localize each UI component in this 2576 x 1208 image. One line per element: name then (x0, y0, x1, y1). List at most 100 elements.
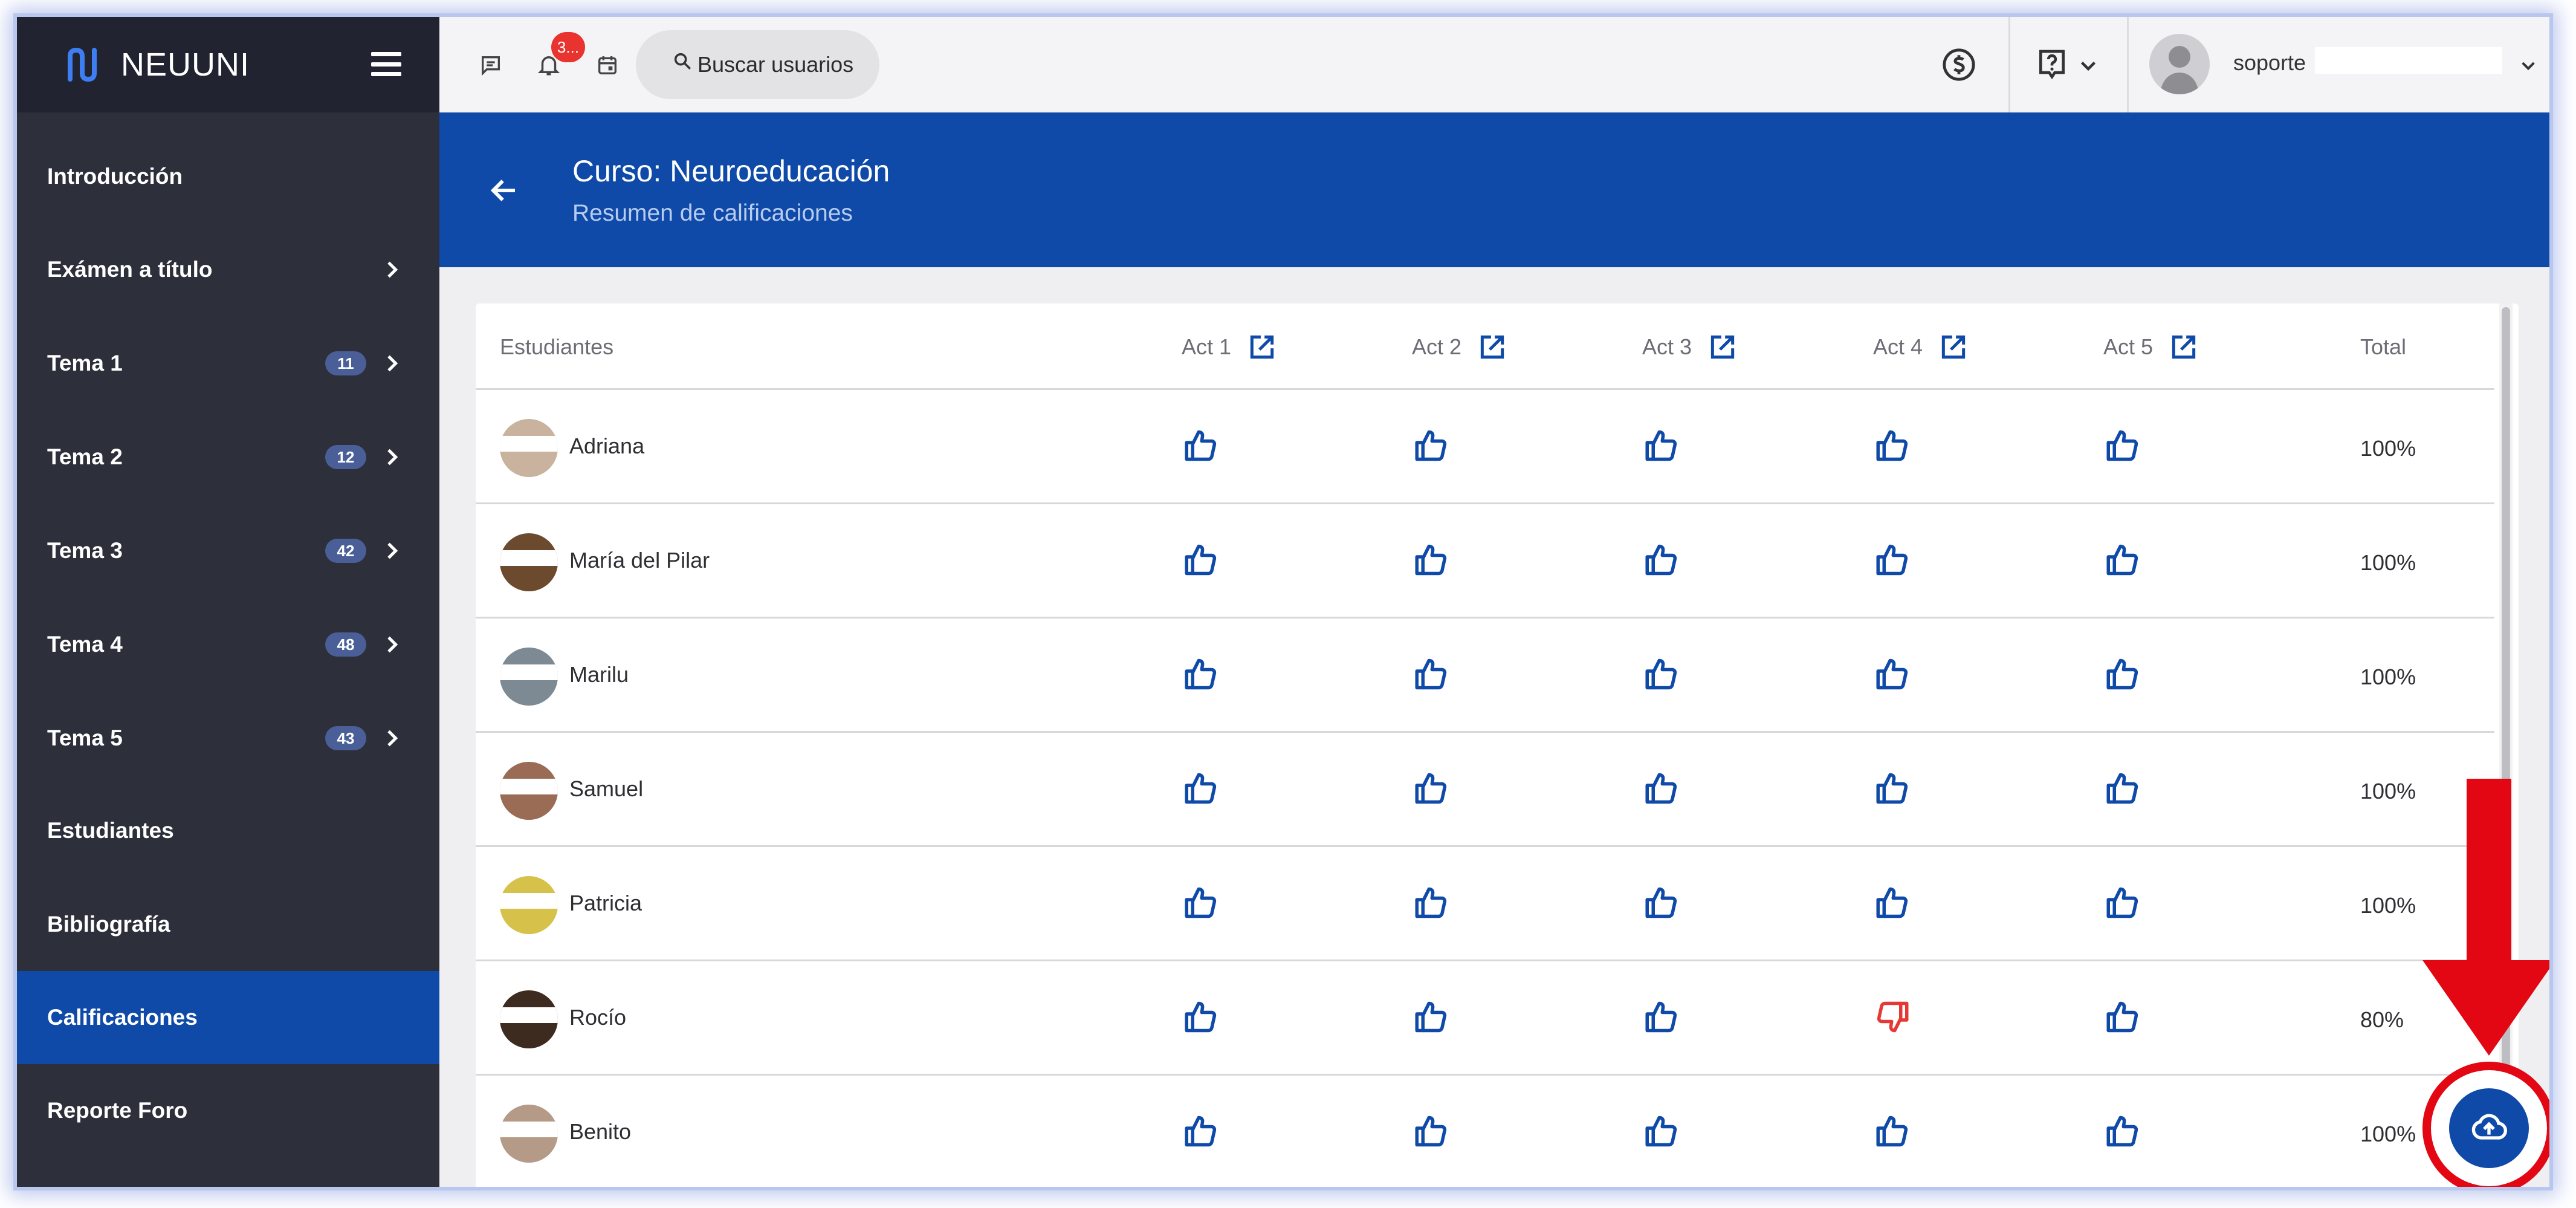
total-score: 100% (2360, 779, 2416, 804)
total-score: 100% (2360, 893, 2416, 918)
student-avatar (500, 876, 558, 934)
table-row[interactable]: Adriana 100% (476, 390, 2494, 504)
sidebar-item[interactable]: Tema 5 43 (17, 692, 439, 785)
edit-icon[interactable] (1707, 332, 1738, 362)
count-badge: 48 (325, 632, 366, 657)
sidebar-item[interactable]: Introducción (17, 130, 439, 223)
count-badge: 11 (325, 351, 366, 375)
avatar[interactable] (2149, 34, 2210, 94)
sidebar-item-label: Tema 3 (47, 538, 123, 563)
sidebar-item-label: Introducción (47, 164, 183, 189)
column-header-label: Act 1 (1182, 334, 1232, 359)
column-header: Act 5 (2103, 304, 2199, 390)
student-avatar (500, 762, 558, 820)
column-header: Act 2 (1412, 304, 1507, 390)
chevron-right-icon (387, 449, 398, 466)
edit-icon[interactable] (1938, 332, 1969, 362)
thumb-up-icon (1185, 887, 1217, 918)
column-header: Act 3 (1642, 304, 1738, 390)
sidebar-item-label: Bibliografía (47, 912, 170, 937)
thumb-up-icon (1185, 1115, 1217, 1147)
user-name[interactable]: soporte (2233, 50, 2306, 76)
edit-icon[interactable] (1247, 332, 1277, 362)
student-avatar (500, 648, 558, 706)
thumb-up-icon (1415, 887, 1447, 918)
chevron-right-icon (387, 636, 398, 653)
dollar-icon[interactable] (1941, 47, 1976, 82)
table-row[interactable]: Samuel 100% (476, 733, 2494, 847)
chevron-right-icon (387, 542, 398, 559)
student-name: Patricia (569, 891, 642, 915)
sidebar-item[interactable]: Estudiantes (17, 784, 439, 877)
sidebar-item-label: Exámen a título (47, 257, 213, 282)
sidebar-item[interactable]: Calificaciones (17, 971, 439, 1064)
redacted-area (500, 1122, 558, 1137)
sidebar-item[interactable]: Bibliografía (17, 878, 439, 971)
sidebar-item-label: Tema 1 (47, 351, 123, 375)
cloud-upload-icon (2471, 1114, 2507, 1140)
column-header: Estudiantes (500, 304, 613, 390)
thumb-up-icon (1185, 1001, 1217, 1033)
thumb-up-icon (2106, 544, 2138, 576)
thumb-up-icon (1415, 1001, 1447, 1033)
thumb-up-icon (1415, 430, 1447, 461)
student-avatar (500, 990, 558, 1048)
column-header-label: Act 2 (1412, 334, 1462, 359)
chat-icon[interactable] (479, 53, 503, 77)
table-row[interactable]: Marilu 100% (476, 619, 2494, 733)
table-row[interactable]: Benito 100% (476, 1076, 2494, 1187)
thumb-up-icon (1645, 544, 1677, 576)
thumb-up-icon (2106, 773, 2138, 804)
cloud-upload-button[interactable] (2449, 1088, 2529, 1168)
sidebar-item[interactable]: Tema 3 42 (17, 504, 439, 597)
sidebar-item[interactable]: Tema 4 48 (17, 598, 439, 691)
user-avatar-icon (2160, 46, 2199, 94)
help-icon[interactable] (2035, 47, 2069, 81)
thumb-up-icon (1185, 658, 1217, 690)
thumb-up-icon (1645, 430, 1677, 461)
red-arrow-annotation (2422, 779, 2549, 1056)
chevron-down-icon[interactable] (2519, 56, 2538, 75)
sidebar-item-label: Calificaciones (47, 1005, 198, 1030)
search-users-button[interactable]: Buscar usuarios (636, 30, 879, 99)
thumb-up-icon (1645, 1001, 1677, 1033)
chevron-right-icon (387, 261, 398, 278)
column-header-label: Act 4 (1873, 334, 1923, 359)
thumb-up-icon (1185, 773, 1217, 804)
redacted-area (500, 436, 558, 452)
column-header-label: Estudiantes (500, 334, 614, 359)
sidebar-item[interactable]: Tema 1 11 (17, 317, 439, 410)
back-arrow-icon[interactable] (488, 174, 520, 207)
redacted-area (500, 664, 558, 680)
thumb-up-icon (1645, 887, 1677, 918)
total-score: 100% (2360, 550, 2416, 575)
table-row[interactable]: Rocío 80% (476, 961, 2494, 1076)
thumb-up-icon (2106, 658, 2138, 690)
edit-icon[interactable] (1477, 332, 1507, 362)
sidebar-item[interactable]: Tema 2 12 (17, 411, 439, 504)
count-badge: 42 (325, 539, 366, 563)
sidebar-item[interactable]: Reporte Foro (17, 1064, 439, 1157)
hamburger-menu-icon[interactable] (371, 52, 401, 76)
student-name: Adriana (569, 434, 645, 458)
thumb-up-icon (2106, 1115, 2138, 1147)
column-header-label: Total (2360, 334, 2407, 359)
divider (2127, 17, 2129, 112)
sidebar-item-label: Tema 4 (47, 632, 123, 657)
edit-icon[interactable] (2169, 332, 2199, 362)
sidebar-item-label: Tema 2 (47, 444, 123, 469)
thumb-up-icon (2106, 887, 2138, 918)
sidebar-item[interactable]: Exámen a título (17, 223, 439, 316)
notification-badge: 3... (551, 32, 585, 62)
table-row[interactable]: Patricia 100% (476, 847, 2494, 961)
calendar-icon[interactable] (595, 53, 620, 77)
thumb-up-icon (1415, 773, 1447, 804)
thumb-up-icon (1415, 1115, 1447, 1147)
redacted-area (500, 893, 558, 909)
chevron-down-icon[interactable] (2077, 54, 2099, 76)
thumb-up-icon (1415, 544, 1447, 576)
count-badge: 12 (325, 445, 366, 469)
table-row[interactable]: María del Pilar 100% (476, 504, 2494, 619)
sidebar-item-label: Tema 5 (47, 726, 123, 750)
student-avatar (500, 1105, 558, 1163)
